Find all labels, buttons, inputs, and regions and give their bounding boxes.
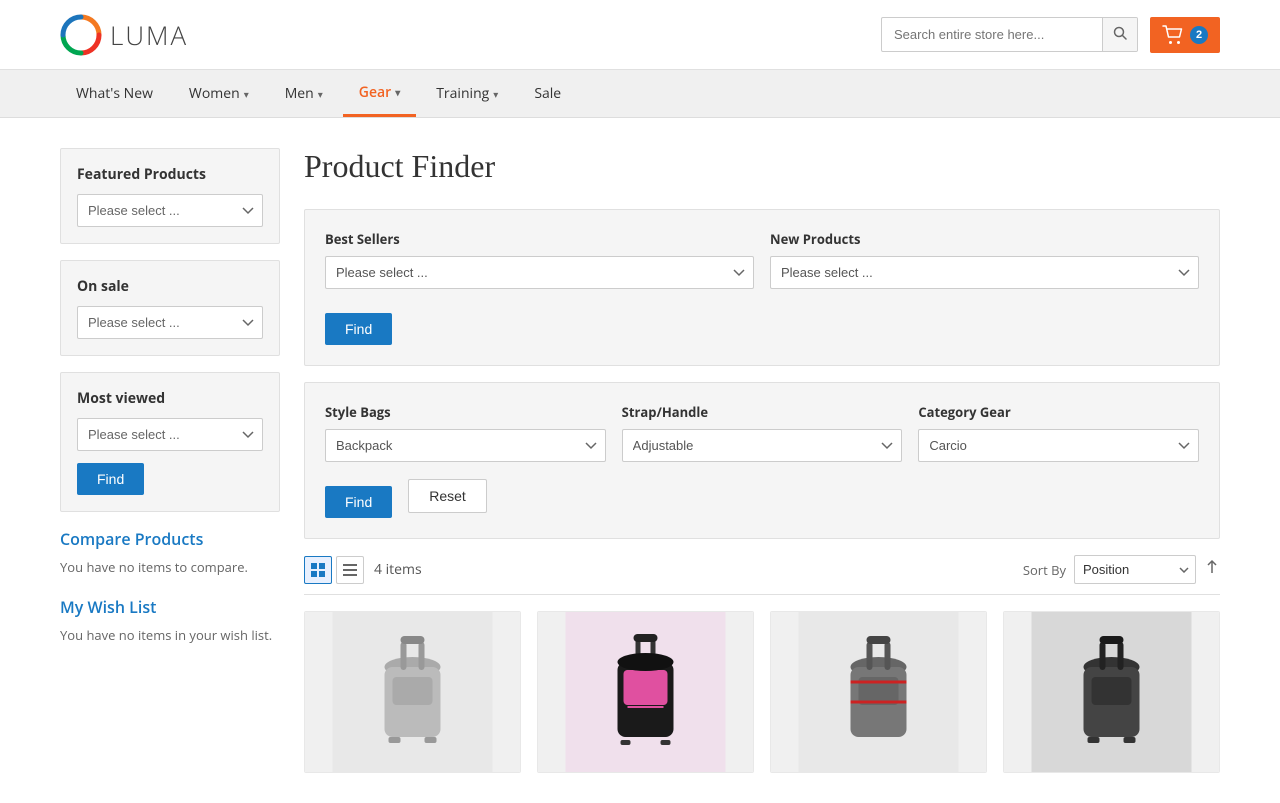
search-icon: [1113, 26, 1127, 40]
logo-text: LUMA: [110, 17, 188, 53]
new-products-label: New Products: [770, 230, 1199, 248]
view-icons: [304, 556, 364, 584]
results-header: 4 items Sort By Position Product Name Pr…: [304, 555, 1220, 595]
compare-products-text: You have no items to compare.: [60, 558, 280, 576]
style-bags-col: Style Bags Backpack Messenger Tote: [325, 403, 606, 462]
on-sale-select[interactable]: Please select ... Yes No: [77, 306, 263, 339]
cart-icon: [1162, 25, 1184, 45]
logo-icon: [60, 14, 102, 56]
product-card: [1003, 611, 1220, 773]
product-card: [537, 611, 754, 773]
nav-item-training[interactable]: Training ▾: [420, 72, 514, 115]
product-image: [538, 612, 753, 772]
nav-item-men[interactable]: Men ▾: [269, 72, 339, 115]
list-icon: [343, 563, 357, 577]
finder1-find-button[interactable]: Find: [325, 313, 392, 345]
most-viewed-section: Most viewed Please select ... Backpacks …: [60, 372, 280, 512]
sidebar: Featured Products Please select ... Back…: [60, 148, 280, 773]
search-bar: [881, 17, 1138, 52]
compare-products-title: Compare Products: [60, 528, 280, 550]
wish-list-text: You have no items in your wish list.: [60, 626, 280, 644]
on-sale-title: On sale: [77, 277, 263, 296]
view-controls: 4 items: [304, 556, 422, 584]
best-sellers-row: Best Sellers Please select ... Backpacks…: [325, 230, 1199, 289]
product-card: [770, 611, 987, 773]
product-image: [1004, 612, 1219, 772]
nav-item-gear[interactable]: Gear ▾: [343, 71, 416, 117]
results-count: 4 items: [374, 560, 422, 579]
sort-asc-icon: [1204, 559, 1220, 575]
grid-icon: [311, 563, 325, 577]
style-bags-select[interactable]: Backpack Messenger Tote: [325, 429, 606, 462]
wish-list-title: My Wish List: [60, 596, 280, 618]
backpack-pink-svg: [538, 612, 753, 772]
nav-chevron-women: ▾: [244, 87, 249, 101]
style-bags-finder-box: Style Bags Backpack Messenger Tote Strap…: [304, 382, 1220, 539]
style-bags-row: Style Bags Backpack Messenger Tote Strap…: [325, 403, 1199, 462]
best-sellers-col: Best Sellers Please select ... Backpacks…: [325, 230, 754, 289]
search-input[interactable]: [882, 19, 1102, 50]
new-products-col: New Products Please select ... Backpacks…: [770, 230, 1199, 289]
product-image: [305, 612, 520, 772]
backpack-gray-svg: [305, 612, 520, 772]
most-viewed-select[interactable]: Please select ... Backpacks Bags: [77, 418, 263, 451]
strap-handle-label: Strap/Handle: [622, 403, 903, 421]
finder2-find-button[interactable]: Find: [325, 486, 392, 518]
nav-chevron-gear: ▾: [395, 85, 400, 99]
featured-products-title: Featured Products: [77, 165, 263, 184]
sort-label: Sort By: [1023, 561, 1066, 579]
backpack-dark-svg: [1004, 612, 1219, 772]
nav-item-women[interactable]: Women ▾: [173, 72, 265, 115]
list-view-button[interactable]: [336, 556, 364, 584]
search-button[interactable]: [1102, 18, 1137, 51]
on-sale-section: On sale Please select ... Yes No: [60, 260, 280, 356]
sort-select[interactable]: Position Product Name Price: [1074, 555, 1196, 584]
wish-list-section: My Wish List You have no items in your w…: [60, 596, 280, 644]
page-title: Product Finder: [304, 148, 1220, 185]
best-sellers-select[interactable]: Please select ... Backpacks Bags: [325, 256, 754, 289]
sort-asc-button[interactable]: [1204, 559, 1220, 580]
products-grid: [304, 611, 1220, 773]
finder2-buttons: Find Reset: [325, 474, 1199, 518]
finder2-reset-button[interactable]: Reset: [408, 479, 487, 513]
nav-item-sale[interactable]: Sale: [518, 72, 577, 115]
header-right: 2: [881, 17, 1220, 53]
nav-item-whats-new[interactable]: What's New: [60, 72, 169, 115]
grid-view-button[interactable]: [304, 556, 332, 584]
main: Product Finder Best Sellers Please selec…: [304, 148, 1220, 773]
header: LUMA 2: [0, 0, 1280, 70]
style-bags-label: Style Bags: [325, 403, 606, 421]
logo[interactable]: LUMA: [60, 14, 188, 56]
category-gear-select[interactable]: Carcio Bags Fitness: [918, 429, 1199, 462]
backpack-gray-red-svg: [771, 612, 986, 772]
cart-button[interactable]: 2: [1150, 17, 1220, 53]
product-image: [771, 612, 986, 772]
product-card: [304, 611, 521, 773]
nav-chevron-men: ▾: [318, 87, 323, 101]
sort-area: Sort By Position Product Name Price: [1023, 555, 1220, 584]
content: Featured Products Please select ... Back…: [0, 118, 1280, 803]
strap-handle-col: Strap/Handle Adjustable Fixed Double: [622, 403, 903, 462]
cart-badge: 2: [1190, 26, 1208, 44]
new-products-select[interactable]: Please select ... Backpacks Bags: [770, 256, 1199, 289]
most-viewed-title: Most viewed: [77, 389, 263, 408]
featured-products-section: Featured Products Please select ... Back…: [60, 148, 280, 244]
compare-products-section: Compare Products You have no items to co…: [60, 528, 280, 576]
nav-chevron-training: ▾: [493, 87, 498, 101]
category-gear-col: Category Gear Carcio Bags Fitness: [918, 403, 1199, 462]
sidebar-find-button[interactable]: Find: [77, 463, 144, 495]
nav: What's New Women ▾ Men ▾ Gear ▾ Training…: [0, 70, 1280, 118]
featured-products-select[interactable]: Please select ... Backpacks Bags Fitness…: [77, 194, 263, 227]
best-sellers-finder-box: Best Sellers Please select ... Backpacks…: [304, 209, 1220, 366]
category-gear-label: Category Gear: [918, 403, 1199, 421]
strap-handle-select[interactable]: Adjustable Fixed Double: [622, 429, 903, 462]
best-sellers-label: Best Sellers: [325, 230, 754, 248]
